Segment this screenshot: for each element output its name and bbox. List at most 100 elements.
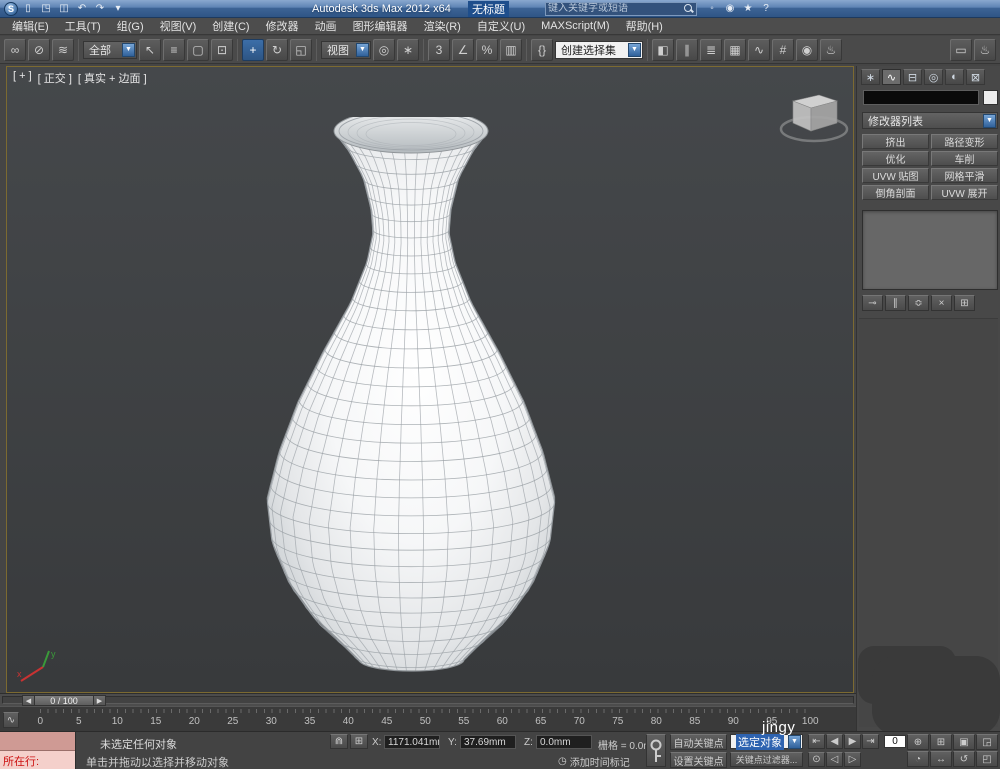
zoom-extents-icon[interactable]: ▣ [953, 734, 975, 750]
time-slider-handle[interactable]: ◀ 0 / 100 ▶ [22, 695, 106, 706]
zoom-extents-all-icon[interactable]: ◲ [976, 734, 998, 750]
material-editor-icon[interactable]: ◉ [796, 39, 818, 61]
current-frame-field[interactable]: 0 [884, 735, 906, 748]
save-file-icon[interactable]: ◫ [56, 1, 72, 16]
new-scene-icon[interactable]: ▯ [20, 1, 36, 16]
chevron-down-icon[interactable]: ▼ [983, 114, 996, 128]
viewport-menu-pov[interactable]: [ 正交 ] [38, 70, 72, 86]
help-icon[interactable]: ? [758, 1, 774, 16]
add-time-tag[interactable]: ◷添加时间标记 [558, 754, 630, 769]
select-and-scale-icon[interactable]: ◱ [290, 39, 312, 61]
menu-item[interactable]: 自定义(U) [469, 18, 533, 34]
render-setup-icon[interactable]: ♨ [820, 39, 842, 61]
previous-key-icon[interactable]: ◁ [826, 752, 843, 767]
tab-create-icon[interactable]: ∗ [861, 69, 880, 85]
menu-item[interactable]: MAXScript(M) [533, 20, 617, 32]
track-bar[interactable]: 0510152025303540455055606570758085909510… [0, 706, 856, 731]
vase-wireframe[interactable] [244, 117, 578, 677]
pan-view-icon[interactable]: ↔ [930, 751, 952, 767]
show-end-result-icon[interactable]: ∥ [885, 295, 906, 311]
viewport-orthographic[interactable]: [ + ] [ 正交 ] [ 真实 + 边面 ] [6, 66, 854, 693]
y-coordinate-field[interactable]: 37.69mm [460, 735, 516, 749]
zoom-icon[interactable]: ⊕ [907, 734, 929, 750]
configure-modifier-sets-icon[interactable]: ⊞ [954, 295, 975, 311]
go-to-start-icon[interactable]: ⇤ [808, 734, 825, 749]
modifier-button-extrude[interactable]: 挤出 [862, 134, 929, 149]
field-of-view-icon[interactable]: ◔ [907, 751, 929, 767]
next-key-icon[interactable]: ▷ [844, 752, 861, 767]
menu-item[interactable]: 创建(C) [204, 18, 257, 34]
tab-modify-icon[interactable]: ∿ [882, 69, 901, 85]
schematic-view-icon[interactable]: # [772, 39, 794, 61]
tab-display-icon[interactable]: ◐ [945, 69, 964, 85]
undo-icon[interactable]: ↶ [74, 1, 90, 16]
listener-row[interactable]: 所在行: [0, 751, 75, 769]
make-unique-icon[interactable]: ≎ [908, 295, 929, 311]
render-production-icon[interactable]: ♨ [974, 39, 996, 61]
auto-key-button[interactable]: 自动关键点 [670, 734, 727, 750]
absolute-offset-mode-icon[interactable]: ⊞ [350, 734, 368, 749]
selection-lock-toggle-icon[interactable]: ⋒ [330, 734, 348, 749]
open-file-icon[interactable]: ◳ [38, 1, 54, 16]
select-object-icon[interactable]: ↖ [139, 39, 161, 61]
menu-item[interactable]: 修改器 [258, 18, 307, 34]
maximize-viewport-toggle-icon[interactable]: ◰ [976, 751, 998, 767]
rectangular-selection-region-icon[interactable]: ▢ [187, 39, 209, 61]
mirror-icon[interactable]: ◧ [652, 39, 674, 61]
layer-manager-icon[interactable]: ≣ [700, 39, 722, 61]
go-to-end-icon[interactable]: ⇥ [862, 734, 879, 749]
select-and-link-icon[interactable]: ∞ [4, 39, 26, 61]
menu-item[interactable]: 工具(T) [57, 18, 109, 34]
remove-modifier-icon[interactable]: × [931, 295, 952, 311]
curve-editor-icon[interactable]: ∿ [748, 39, 770, 61]
quick-access-dropdown-icon[interactable]: ▾ [110, 1, 126, 16]
menu-item[interactable]: 组(G) [109, 18, 152, 34]
chevron-down-icon[interactable]: ▼ [356, 43, 369, 57]
open-mini-curve-editor-icon[interactable]: ∿ [3, 712, 19, 728]
orbit-viewport-icon[interactable]: ↺ [953, 751, 975, 767]
modifier-button-lathe[interactable]: 车削 [931, 151, 998, 166]
favorites-icon[interactable]: ★ [740, 1, 756, 16]
viewcube[interactable] [775, 83, 853, 149]
communication-center-icon[interactable]: ◉ [722, 1, 738, 16]
selection-filter-dropdown[interactable]: 全部 ▼ [83, 41, 137, 59]
rendered-frame-window-icon[interactable]: ▭ [950, 39, 972, 61]
search-input[interactable] [548, 3, 683, 14]
use-pivot-point-center-icon[interactable]: ◎ [373, 39, 395, 61]
snaps-toggle-icon[interactable]: 3 [428, 39, 450, 61]
set-keys-button[interactable] [646, 734, 666, 767]
object-color-swatch[interactable] [983, 90, 998, 105]
modifier-button-optimize[interactable]: 优化 [862, 151, 929, 166]
chevron-down-icon[interactable]: ▼ [122, 43, 135, 57]
sign-in-icon[interactable]: ◦ [704, 1, 720, 16]
previous-frame-arrow-icon[interactable]: ◀ [22, 695, 35, 706]
next-frame-arrow-icon[interactable]: ▶ [93, 695, 106, 706]
viewport-menu-general[interactable]: [ + ] [13, 70, 32, 86]
edit-named-selection-sets-icon[interactable]: {} [531, 39, 553, 61]
modifier-button-unwrap-uvw[interactable]: UVW 展开 [931, 185, 998, 200]
z-coordinate-field[interactable]: 0.0mm [536, 735, 592, 749]
menu-item[interactable]: 动画 [307, 18, 345, 34]
tab-utilities-icon[interactable]: ⊠ [966, 69, 985, 85]
spinner-snap-toggle-icon[interactable]: ▥ [500, 39, 522, 61]
macro-recorder-row[interactable] [0, 732, 75, 751]
viewcube-cube[interactable] [793, 95, 837, 131]
window-crossing-toggle-icon[interactable]: ⊡ [211, 39, 233, 61]
select-and-move-icon[interactable]: + [242, 39, 264, 61]
percent-snap-toggle-icon[interactable]: % [476, 39, 498, 61]
graphite-modeling-tools-icon[interactable]: ▦ [724, 39, 746, 61]
modifier-button-uvw-map[interactable]: UVW 贴图 [862, 168, 929, 183]
x-coordinate-field[interactable]: 1171.041mm [384, 735, 440, 749]
chevron-down-icon[interactable]: ▼ [788, 735, 801, 749]
unlink-selection-icon[interactable]: ⊘ [28, 39, 50, 61]
search-icon[interactable] [683, 3, 694, 14]
select-and-manipulate-icon[interactable]: ∗ [397, 39, 419, 61]
redo-icon[interactable]: ↷ [92, 1, 108, 16]
menu-item[interactable]: 视图(V) [152, 18, 205, 34]
time-slider-track[interactable] [2, 696, 854, 704]
reference-coordinate-dropdown[interactable]: 视图 ▼ [321, 41, 371, 59]
pin-stack-icon[interactable]: ⊸ [862, 295, 883, 311]
maxscript-mini-listener[interactable]: 所在行: [0, 732, 76, 769]
select-and-rotate-icon[interactable]: ↻ [266, 39, 288, 61]
zoom-all-icon[interactable]: ⊞ [930, 734, 952, 750]
